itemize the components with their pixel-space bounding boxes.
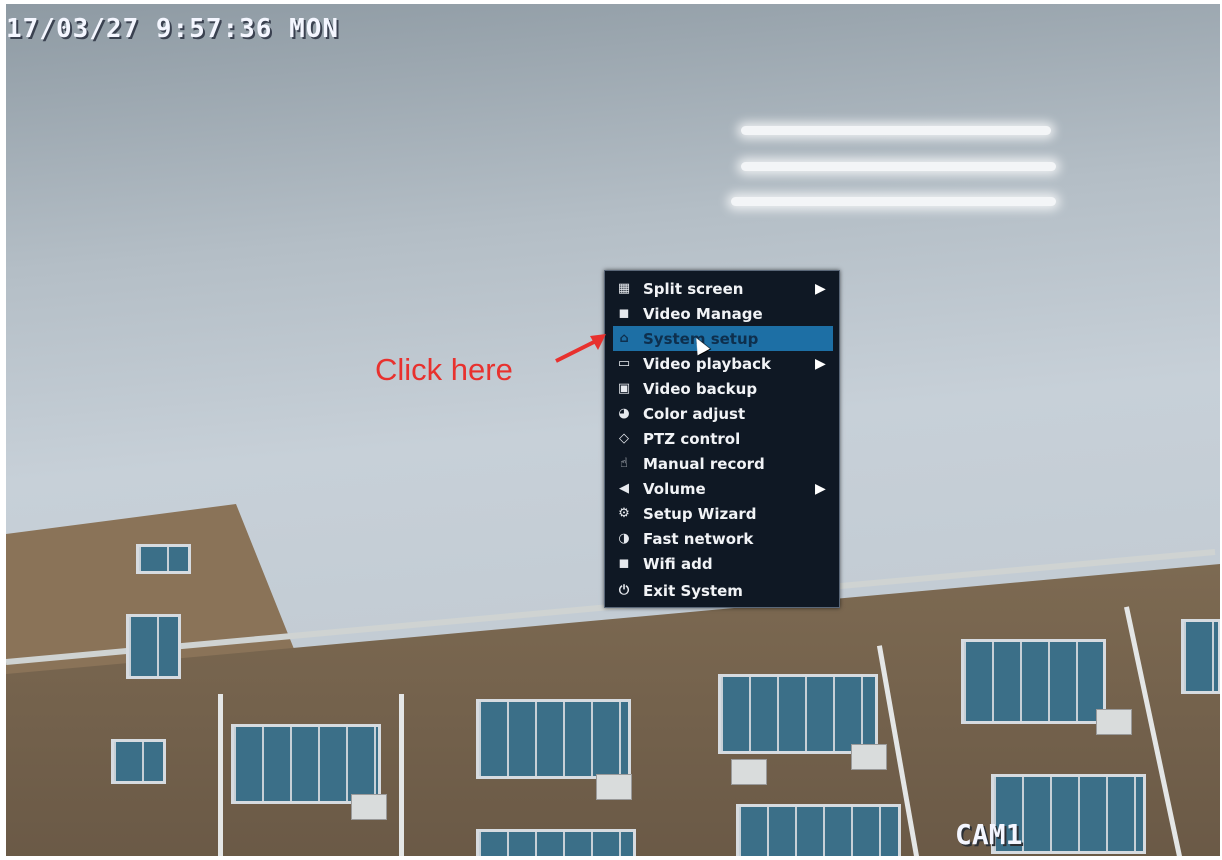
- menu-item-video-backup[interactable]: ▣ Video backup: [613, 376, 833, 401]
- building-window: [476, 829, 636, 856]
- context-menu: ▦ Split screen ▶ ◼ Video Manage ⌂ System…: [604, 270, 840, 608]
- grid-icon: ▦: [617, 281, 631, 296]
- air-conditioner: [731, 759, 767, 785]
- power-icon: ⏻: [618, 583, 630, 598]
- menu-item-label: Video playback: [643, 354, 771, 373]
- menu-item-video-manage[interactable]: ◼ Video Manage: [613, 301, 833, 326]
- camera-icon: ◼: [618, 306, 630, 321]
- speaker-icon: ◀: [619, 481, 629, 496]
- menu-item-label: Color adjust: [643, 404, 746, 423]
- home-icon: ⌂: [619, 331, 629, 346]
- menu-item-label: Exit System: [643, 581, 743, 600]
- menu-item-exit-system[interactable]: ⏻ Exit System: [613, 578, 833, 603]
- menu-item-manual-record[interactable]: ☝ Manual record: [613, 451, 833, 476]
- menu-item-color-adjust[interactable]: ◕ Color adjust: [613, 401, 833, 426]
- building-window: [111, 739, 166, 784]
- menu-item-label: Volume: [643, 479, 706, 498]
- drain-pipe: [399, 694, 404, 856]
- menu-item-label: Wifi add: [643, 554, 713, 573]
- menu-item-setup-wizard[interactable]: ⚙ Setup Wizard: [613, 501, 833, 526]
- ceiling-light-reflection: [741, 162, 1056, 171]
- menu-item-label: System setup: [643, 329, 759, 348]
- building-window: [126, 614, 181, 679]
- menu-item-ptz-control[interactable]: ◇ PTZ control: [613, 426, 833, 451]
- building-window: [961, 639, 1106, 724]
- menu-item-label: PTZ control: [643, 429, 741, 448]
- menu-item-label: Video backup: [643, 379, 758, 398]
- menu-item-wifi-add[interactable]: ◼ Wifi add: [613, 551, 833, 576]
- menu-item-volume[interactable]: ◀ Volume ▶: [613, 476, 833, 501]
- building-window: [1181, 619, 1220, 694]
- menu-item-label: Manual record: [643, 454, 765, 473]
- menu-item-video-playback[interactable]: ▭ Video playback ▶: [613, 351, 833, 376]
- submenu-arrow-icon: ▶: [815, 480, 826, 497]
- building-window: [736, 804, 901, 856]
- air-conditioner: [1096, 709, 1132, 735]
- building-window: [718, 674, 878, 754]
- menu-item-label: Setup Wizard: [643, 504, 757, 523]
- floppy-disk-icon: ▣: [617, 381, 631, 396]
- menu-item-fast-network[interactable]: ◑ Fast network: [613, 526, 833, 551]
- submenu-arrow-icon: ▶: [815, 355, 826, 372]
- air-conditioner: [596, 774, 632, 800]
- menu-item-label: Video Manage: [643, 304, 763, 323]
- network-icon: ◑: [618, 531, 630, 546]
- menu-item-label: Split screen: [643, 279, 744, 298]
- wifi-camera-icon: ◼: [618, 556, 630, 571]
- submenu-arrow-icon: ▶: [815, 280, 826, 297]
- palette-icon: ◕: [618, 406, 630, 421]
- click-here-callout: Click here: [375, 352, 513, 387]
- callout-arrow-icon: [555, 334, 606, 363]
- osd-datetime: 17/03/27 9:57:36 MON: [6, 14, 340, 44]
- air-conditioner: [351, 794, 387, 820]
- gears-icon: ⚙: [618, 506, 630, 521]
- menu-item-split-screen[interactable]: ▦ Split screen ▶: [613, 276, 833, 301]
- building-window: [476, 699, 631, 779]
- ceiling-light-reflection: [741, 126, 1051, 135]
- ceiling-light-reflection: [731, 197, 1056, 206]
- menu-item-label: Fast network: [643, 529, 754, 548]
- menu-item-system-setup[interactable]: ⌂ System setup: [613, 326, 833, 351]
- air-conditioner: [851, 744, 887, 770]
- hand-icon: ☝: [620, 456, 628, 471]
- drain-pipe: [218, 694, 223, 856]
- building-window: [231, 724, 381, 804]
- building-window: [136, 544, 191, 574]
- camera-label: CAM1: [955, 818, 1023, 851]
- playback-icon: ▭: [617, 356, 631, 371]
- ptz-icon: ◇: [619, 431, 629, 446]
